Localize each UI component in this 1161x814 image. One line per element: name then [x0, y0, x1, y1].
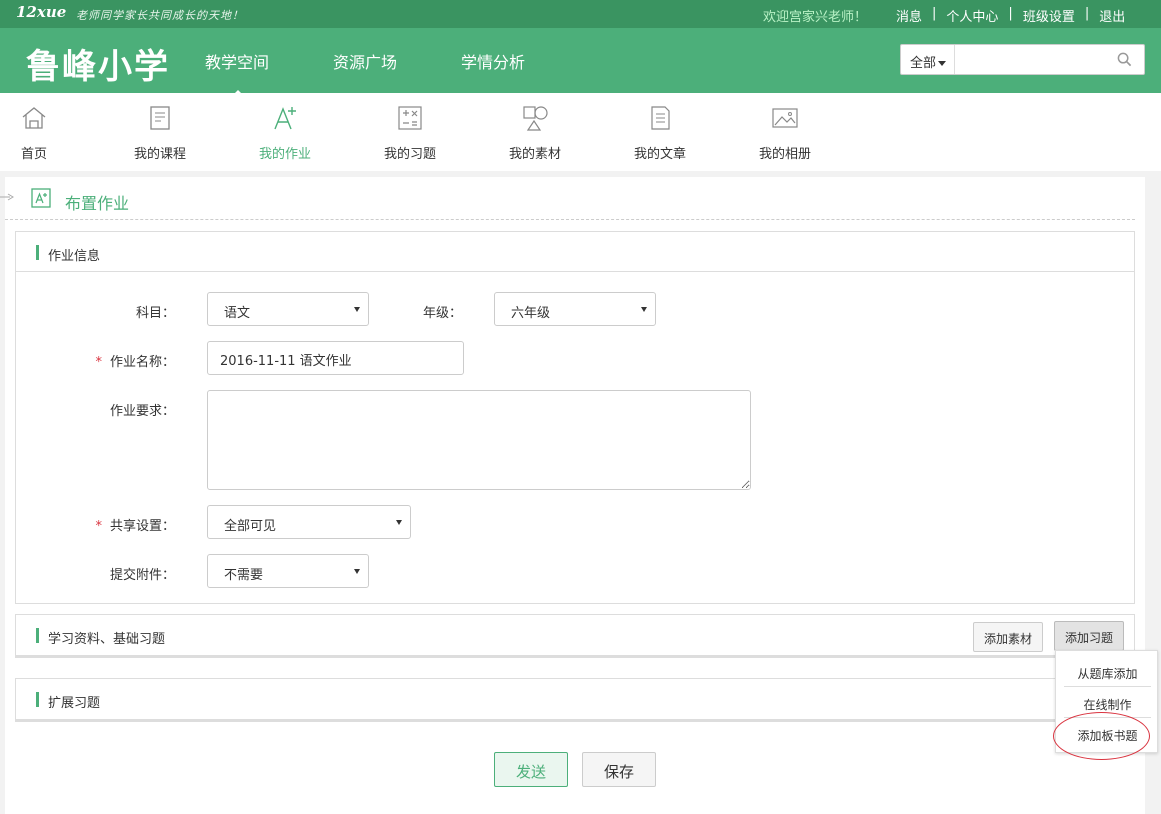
- pin-icon: [0, 193, 14, 201]
- personal-center-link[interactable]: 个人中心: [946, 6, 998, 25]
- section-accent-bar: [36, 692, 39, 707]
- materials-icon: [523, 106, 548, 131]
- send-button[interactable]: 发送: [494, 752, 568, 787]
- page-title-row: 布置作业: [0, 177, 1135, 220]
- section-header: 扩展习题: [16, 679, 1134, 719]
- section-accent-bar: [36, 245, 39, 260]
- exercise-icon: [398, 106, 422, 130]
- attachment-label: 提交附件：: [109, 568, 175, 583]
- section-accent-bar: [36, 628, 39, 643]
- site-logo[interactable]: 12xue: [16, 3, 66, 21]
- subnav-home[interactable]: 首页: [0, 93, 79, 171]
- subnav-my-homework[interactable]: 我的作业: [240, 93, 330, 171]
- share-settings-select[interactable]: 全部可见: [207, 505, 411, 539]
- separator: |: [1008, 6, 1013, 21]
- search-box: 全部: [900, 44, 1145, 75]
- materials-section: 学习资料、基础习题: [15, 614, 1135, 658]
- section-title: 作业信息: [48, 249, 101, 264]
- nav-learning-analysis[interactable]: 学情分析: [461, 49, 525, 73]
- add-exercise-button[interactable]: 添加习题: [1054, 621, 1124, 651]
- homework-requirement-textarea[interactable]: [207, 390, 751, 490]
- page-title: 布置作业: [65, 194, 130, 213]
- section-header: 学习资料、基础习题: [16, 615, 1134, 655]
- separator: |: [932, 6, 937, 21]
- subnav-my-articles[interactable]: 我的文章: [615, 93, 705, 171]
- grade-label: 年级：: [422, 306, 462, 321]
- save-button[interactable]: 保存: [582, 752, 656, 787]
- home-icon: [22, 107, 46, 129]
- subnav-label: 我的相册: [758, 147, 811, 162]
- subnav-label: 我的课程: [133, 147, 186, 162]
- attachment-value: 不需要: [224, 568, 264, 583]
- search-input[interactable]: [957, 47, 1107, 72]
- subnav-my-materials[interactable]: 我的素材: [490, 93, 580, 171]
- search-icon[interactable]: [1117, 52, 1132, 67]
- subnav-label: 我的作业: [258, 147, 311, 162]
- homework-name-value: 2016-11-11 语文作业: [220, 354, 352, 369]
- subnav-label: 我的文章: [633, 147, 686, 162]
- highlight-annotation: [1053, 712, 1150, 760]
- search-scope-select[interactable]: 全部: [901, 45, 955, 74]
- subject-label: 科目：: [135, 306, 175, 321]
- required-mark: *: [95, 519, 102, 534]
- welcome-text: 欢迎宫家兴老师！: [763, 10, 868, 25]
- grade-value: 六年级: [511, 306, 551, 321]
- course-icon: [150, 106, 170, 130]
- subnav-my-exercises[interactable]: 我的习题: [365, 93, 455, 171]
- main-nav: 教学空间 资源广场 学情分析: [205, 49, 589, 98]
- caret-down-icon: [938, 61, 947, 66]
- share-settings-label: * 共享设置：: [75, 515, 175, 534]
- nav-resource-square[interactable]: 资源广场: [333, 49, 397, 73]
- homework-name-label-text: 作业名称：: [109, 355, 175, 370]
- top-bar: 12xue 老师同学家长共同成长的天地！ 欢迎宫家兴老师！ 消息 | 个人中心 …: [0, 0, 1161, 28]
- logout-link[interactable]: 退出: [1099, 6, 1125, 25]
- site-slogan: 老师同学家长共同成长的天地！: [76, 9, 244, 22]
- subnav-my-courses[interactable]: 我的课程: [115, 93, 205, 171]
- main-header: 鲁峰小学 教学空间 资源广场 学情分析 全部: [0, 28, 1161, 98]
- grade-select[interactable]: 六年级: [494, 292, 656, 326]
- subnav-my-album[interactable]: 我的相册: [740, 93, 830, 171]
- caret-down-icon: [396, 520, 402, 525]
- class-settings-link[interactable]: 班级设置: [1023, 6, 1075, 25]
- school-name: 鲁峰小学: [26, 47, 170, 87]
- share-settings-label-text: 共享设置：: [109, 519, 175, 534]
- subnav-label: 首页: [20, 147, 47, 162]
- article-icon: [651, 106, 670, 130]
- top-links: 消息 | 个人中心 | 班级设置 | 退出: [896, 6, 1125, 25]
- caret-down-icon: [641, 307, 647, 312]
- share-settings-value: 全部可见: [224, 519, 277, 534]
- caret-down-icon: [354, 307, 360, 312]
- search-scope-value: 全部: [910, 56, 937, 71]
- homework-icon: [31, 188, 51, 208]
- nav-teaching-space[interactable]: 教学空间: [205, 49, 269, 98]
- section-title: 扩展习题: [48, 696, 101, 711]
- caret-down-icon: [354, 569, 360, 574]
- album-icon: [772, 108, 798, 128]
- add-material-button[interactable]: 添加素材: [973, 622, 1043, 652]
- messages-link[interactable]: 消息: [896, 6, 922, 25]
- separator: |: [1084, 6, 1090, 21]
- homework-requirement-label: 作业要求：: [109, 404, 175, 419]
- required-mark: *: [95, 355, 102, 370]
- subject-select[interactable]: 语文: [207, 292, 369, 326]
- section-title: 学习资料、基础习题: [48, 632, 166, 647]
- homework-name-input[interactable]: 2016-11-11 语文作业: [207, 341, 464, 375]
- subnav-label: 我的素材: [508, 147, 561, 162]
- homework-name-label: * 作业名称：: [75, 351, 175, 370]
- subnav-label: 我的习题: [383, 147, 436, 162]
- homework-icon: [274, 107, 296, 130]
- menu-item-from-question-bank[interactable]: 从题库添加: [1064, 656, 1151, 687]
- sub-nav: 首页 我的课程 我的作业 我的习题 我的素材 我的文章 我的相册: [0, 93, 1161, 171]
- attachment-select[interactable]: 不需要: [207, 554, 369, 588]
- subject-value: 语文: [224, 306, 251, 321]
- section-header: 作业信息: [16, 232, 1134, 272]
- extended-exercises-section: 扩展习题: [15, 678, 1135, 722]
